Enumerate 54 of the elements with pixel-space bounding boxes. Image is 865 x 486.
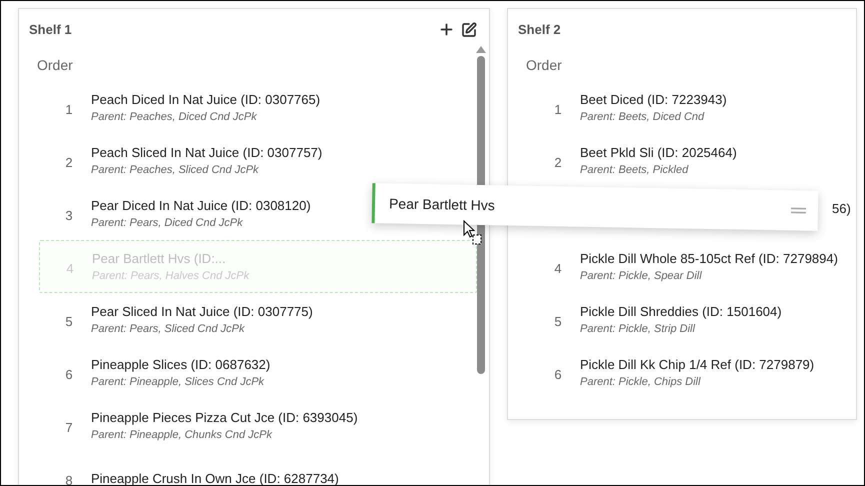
drag-preview-title: Pear Bartlett Hvs: [388, 194, 496, 215]
item-title: Pear Bartlett Hvs (ID:...: [92, 250, 227, 268]
item-parent: Parent: Pears, Sliced Cnd JcPk: [91, 322, 246, 337]
item-title: Pineapple Slices (ID: 0687632): [91, 356, 270, 374]
item-title: Pickle Dill Kk Chip 1/4 Ref (ID: 7279879): [580, 356, 814, 374]
item-parent: Parent: Beets, Diced Cnd: [580, 110, 706, 125]
item-title: Pickle Dill Whole 85-105ct Ref (ID: 7279894): [580, 250, 838, 268]
item-title: Peach Diced In Nat Juice (ID: 0307765): [91, 90, 320, 109]
list-item[interactable]: 6 Pineapple Slices (ID: 0687632) Parent: Pineapple, Slices Cnd JcPk: [47, 346, 477, 399]
item-number: 7: [64, 418, 74, 437]
list-item[interactable]: 5 Pear Sliced In Nat Juice (ID: 0307775) Parent: Pears, Sliced Cnd JcPk: [47, 293, 477, 346]
item-parent: Parent: Beets, Pickled: [580, 163, 690, 178]
item-parent: Parent: Pickle, Strip Dill: [580, 322, 696, 337]
order-heading: Order: [37, 56, 73, 75]
item-number: 1: [553, 100, 563, 119]
list-item[interactable]: 5 Pickle Dill Shreddies (ID: 1501604) Parent: Pickle, Strip Dill: [536, 293, 844, 346]
item-number: 2: [553, 154, 563, 172]
list-item[interactable]: 7 Pineapple Pieces Pizza Cut Jce (ID: 6393045) Parent: Pineapple, Chunks Cnd JcPk: [47, 399, 477, 452]
scroll-up-icon[interactable]: [476, 46, 486, 53]
item-title: Beet Diced (ID: 7223943): [580, 90, 727, 109]
add-icon[interactable]: [438, 21, 455, 38]
item-number: 2: [64, 154, 74, 172]
item-parent: Parent: Pears, Diced Cnd JcPk: [91, 216, 244, 231]
drag-handle-icon[interactable]: [790, 207, 806, 214]
list-item[interactable]: 1 Beet Diced (ID: 7223943) Parent: Beets, Diced Cnd: [536, 81, 844, 134]
list-item[interactable]: 6 Pickle Dill Kk Chip 1/4 Ref (ID: 7279879) Parent: Pickle, Chips Dill: [536, 346, 844, 399]
item-number: 6: [553, 366, 563, 384]
item-number: 1: [64, 100, 74, 119]
item-title: 56): [832, 200, 851, 218]
cursor-icon: [463, 220, 483, 246]
item-title: Pear Diced In Nat Juice (ID: 0308120): [91, 196, 311, 215]
item-title: Pear Sliced In Nat Juice (ID: 0307775): [91, 302, 313, 321]
item-title: Pineapple Pieces Pizza Cut Jce (ID: 6393045): [91, 408, 358, 427]
item-number: 3: [64, 206, 74, 225]
item-parent: Parent: Peaches, Sliced Cnd JcPk: [91, 163, 260, 178]
shelf-title: Shelf 2: [518, 20, 561, 39]
item-number: 4: [553, 260, 563, 278]
item-parent: Parent: Pineapple, Chunks Cnd JcPk: [91, 428, 274, 443]
edit-icon[interactable]: [461, 22, 477, 38]
item-parent: Parent: Peaches, Diced Cnd JcPk: [91, 110, 258, 125]
list-item[interactable]: 1 Peach Diced In Nat Juice (ID: 0307765) Parent: Peaches, Diced Cnd JcPk: [47, 81, 477, 134]
order-heading: Order: [526, 56, 562, 75]
shelf-title: Shelf 1: [29, 20, 72, 39]
item-parent: Parent: Pickle, Chips Dill: [580, 375, 702, 390]
item-number: 5: [553, 312, 563, 331]
item-parent: Parent: Pickle, Spear Dill: [580, 269, 703, 284]
item-title: Peach Sliced In Nat Juice (ID: 0307757): [91, 144, 322, 162]
item-parent: Parent: Pineapple, Slices Cnd JcPk: [91, 375, 266, 390]
item-number: 6: [64, 366, 74, 384]
list-item[interactable]: 4 Pickle Dill Whole 85-105ct Ref (ID: 7279894) Parent: Pickle, Spear Dill: [536, 240, 844, 293]
item-title: Pickle Dill Shreddies (ID: 1501604): [580, 302, 782, 321]
item-title: Beet Pkld Sli (ID: 2025464): [580, 144, 737, 162]
item-number: 5: [64, 312, 74, 331]
item-number: 8: [64, 472, 74, 485]
